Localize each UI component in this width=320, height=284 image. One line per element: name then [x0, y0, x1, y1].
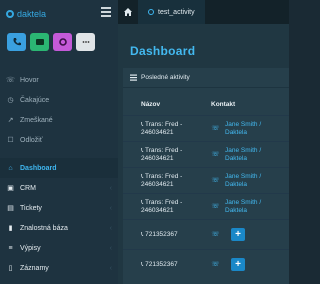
status-nav: ☏ Hovor ◷ Čakajúce ↗ Zmeškané ☐ Odložiť — [0, 70, 118, 150]
contact-cell: ☏ + — [211, 228, 245, 241]
page-title: Dashboard — [130, 44, 196, 58]
email-icon — [58, 38, 67, 46]
activity-name: 📞︎ Trans: Fred - 246034621 — [141, 146, 183, 162]
ticket-icon: ▤ — [7, 205, 14, 212]
top-bar: test_activity — [118, 0, 289, 24]
sidebar-item-label: Hovor — [20, 76, 39, 84]
sidebar-item-hovor[interactable]: ☏ Hovor — [0, 70, 118, 90]
table-row[interactable]: 📞︎ Trans: Fred - 246034621 ☏ Jane Smith … — [123, 193, 289, 219]
quick-action-buttons — [7, 33, 95, 51]
tab-label: test_activity — [158, 8, 195, 16]
crm-icon: ▣ — [7, 185, 14, 192]
sidebar-item-label: Zmeškané — [20, 116, 53, 124]
main-content: Dashboard Posledné aktivity Názov Kontak… — [118, 24, 289, 284]
panel-title: Posledné aktivity — [141, 74, 190, 81]
contact-link[interactable]: Jane Smith / Daktela — [225, 173, 261, 189]
sidebar-item-label: Čakajúce — [20, 96, 50, 104]
sidebar-item-zmeskane[interactable]: ↗ Zmeškané — [0, 110, 118, 130]
table-row[interactable]: 📞︎ Trans: Fred - 246034621 ☏ Jane Smith … — [123, 115, 289, 141]
call-icon[interactable]: ☏ — [211, 231, 220, 239]
quick-email-button[interactable] — [53, 33, 72, 51]
add-contact-button[interactable]: + — [231, 258, 245, 271]
activity-name: 📞︎ Trans: Fred - 246034621 — [141, 172, 183, 188]
book-icon: ▮ — [8, 225, 13, 232]
sidebar: daktela ☏ Hovor ◷ Čakajúce ↗ Zmeškané ☐ … — [0, 0, 118, 284]
contact-cell: ☏ + — [211, 258, 245, 271]
phone-icon — [13, 38, 21, 46]
activity-name: 📞︎ 721352367 — [141, 230, 178, 238]
call-icon[interactable]: ☏ — [211, 261, 220, 269]
daktela-logo-icon — [6, 10, 14, 18]
chat-icon — [35, 39, 44, 45]
call-icon[interactable]: ☏ — [211, 125, 220, 133]
contact-cell: ☏ Jane Smith / Daktela — [211, 121, 261, 137]
sidebar-item-label: Výpisy — [20, 244, 41, 252]
contact-cell: ☏ Jane Smith / Daktela — [211, 147, 261, 163]
sidebar-item-label: Záznamy — [20, 264, 49, 272]
home-tab-icon[interactable] — [118, 0, 138, 24]
activity-name: 📞︎ Trans: Fred - 246034621 — [141, 120, 183, 136]
activity-name: 📞︎ 721352367 — [141, 260, 178, 268]
sidebar-item-zaznamy[interactable]: ▯ Záznamy ‹ — [0, 258, 118, 278]
contact-link[interactable]: Jane Smith / Daktela — [225, 147, 261, 163]
sidebar-item-cakajuce[interactable]: ◷ Čakajúce — [0, 90, 118, 110]
call-icon: ☏ — [6, 77, 15, 84]
sidebar-item-tickety[interactable]: ▤ Tickety ‹ — [0, 198, 118, 218]
more-icon — [82, 41, 89, 43]
brand-name: daktela — [17, 9, 47, 19]
chevron-left-icon: ‹ — [109, 204, 112, 212]
list-icon — [130, 74, 137, 81]
activity-name: 📞︎ Trans: Fred - 246034621 — [141, 198, 183, 214]
hamburger-menu-icon[interactable] — [101, 7, 111, 17]
contact-link[interactable]: Jane Smith / Daktela — [225, 121, 261, 137]
sidebar-item-label: CRM — [20, 184, 36, 192]
sidebar-item-label: Odložiť — [20, 136, 43, 144]
main-nav: ⌂ Dashboard ▣ CRM ‹ ▤ Tickety ‹ ▮ Znalos… — [0, 158, 118, 278]
sidebar-item-label: Znalostná báza — [20, 224, 68, 232]
column-header-nazov[interactable]: Názov — [123, 101, 211, 108]
quick-chat-button[interactable] — [30, 33, 49, 51]
call-icon[interactable]: ☏ — [211, 203, 220, 211]
contact-cell: ☏ Jane Smith / Daktela — [211, 173, 261, 189]
sidebar-item-label: Dashboard — [20, 164, 57, 172]
sidebar-item-dashboard[interactable]: ⌂ Dashboard — [0, 158, 118, 178]
chevron-left-icon: ‹ — [109, 184, 112, 192]
missed-icon: ↗ — [7, 117, 14, 124]
quick-call-button[interactable] — [7, 33, 26, 51]
chevron-left-icon: ‹ — [109, 264, 112, 272]
table-row[interactable]: 📞︎ 721352367 ☏ + — [123, 249, 289, 279]
quick-more-button[interactable] — [76, 33, 95, 51]
table-row[interactable]: 📞︎ Trans: Fred - 246034621 ☏ Jane Smith … — [123, 141, 289, 167]
recent-activities-panel: Posledné aktivity Názov Kontakt 📞︎ Trans… — [123, 68, 289, 284]
sidebar-item-odlozit[interactable]: ☐ Odložiť — [0, 130, 118, 150]
activity-icon — [148, 9, 154, 15]
table-row[interactable]: 📞︎ 721352367 ☏ + — [123, 219, 289, 249]
chevron-left-icon: ‹ — [109, 244, 112, 252]
call-icon[interactable]: ☏ — [211, 151, 220, 159]
tab-test-activity[interactable]: test_activity — [138, 0, 205, 24]
sidebar-item-label: Tickety — [20, 204, 42, 212]
sidebar-item-znalostna-baza[interactable]: ▮ Znalostná báza ‹ — [0, 218, 118, 238]
contact-cell: ☏ Jane Smith / Daktela — [211, 199, 261, 215]
table-row[interactable]: 📞︎ Trans: Fred - 246034621 ☏ Jane Smith … — [123, 167, 289, 193]
list-icon: ≡ — [8, 244, 13, 252]
column-header-kontakt[interactable]: Kontakt — [211, 101, 235, 108]
panel-header: Posledné aktivity — [123, 68, 289, 88]
call-icon[interactable]: ☏ — [211, 177, 220, 185]
sidebar-item-vypisy[interactable]: ≡ Výpisy ‹ — [0, 238, 118, 258]
record-icon: ▯ — [8, 265, 13, 272]
sidebar-item-crm[interactable]: ▣ CRM ‹ — [0, 178, 118, 198]
chevron-left-icon: ‹ — [109, 224, 112, 232]
postpone-icon: ☐ — [7, 137, 14, 144]
home-icon: ⌂ — [8, 164, 13, 172]
table-header: Názov Kontakt — [123, 93, 289, 115]
brand-logo[interactable]: daktela — [6, 9, 46, 19]
waiting-icon: ◷ — [7, 97, 14, 104]
contact-link[interactable]: Jane Smith / Daktela — [225, 199, 261, 215]
add-contact-button[interactable]: + — [231, 228, 245, 241]
